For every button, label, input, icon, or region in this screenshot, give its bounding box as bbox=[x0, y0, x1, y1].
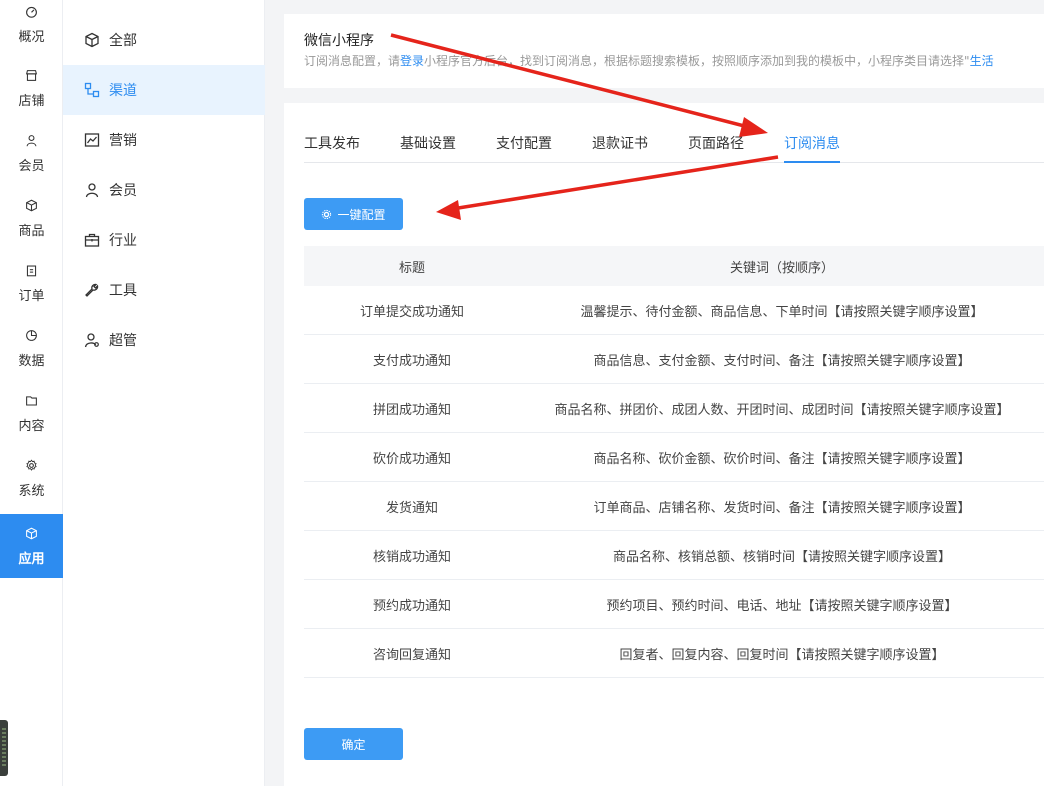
table-row: 预约成功通知 预约项目、预约时间、电话、地址【请按照关键字顺序设置】 bbox=[304, 580, 1044, 629]
wrench-icon bbox=[83, 281, 101, 299]
secondary-sidebar: 全部 渠道 营销 会员 行业 工具 超管 bbox=[63, 0, 265, 786]
tab-subscribe-message[interactable]: 订阅消息 bbox=[784, 133, 840, 163]
channels-icon bbox=[83, 81, 101, 99]
rail-item-data[interactable]: 数据 bbox=[0, 316, 63, 380]
pie-chart-icon bbox=[24, 328, 40, 344]
column-header-keywords: 关键词（按顺序） bbox=[729, 260, 834, 276]
table-row: 拼团成功通知 商品名称、拼团价、成团人数、开团时间、成团时间【请按照关键字顺序设置… bbox=[304, 384, 1044, 433]
cell-keywords: 商品名称、核销总额、核销时间【请按照关键字顺序设置】 bbox=[612, 549, 951, 565]
table-row: 支付成功通知 商品信息、支付金额、支付时间、备注【请按照关键字顺序设置】 bbox=[304, 335, 1044, 384]
sidebar-item-channels[interactable]: 渠道 bbox=[63, 65, 265, 115]
line-chart-icon bbox=[83, 131, 101, 149]
cell-title: 咨询回复通知 bbox=[372, 647, 451, 663]
rail-item-members[interactable]: 会员 bbox=[0, 121, 63, 185]
store-icon bbox=[24, 68, 40, 84]
clipboard-icon bbox=[24, 263, 40, 279]
cell-keywords: 订单商品、店铺名称、发货时间、备注【请按照关键字顺序设置】 bbox=[593, 500, 971, 516]
page-description: 订阅消息配置，请登录小程序官方后台，找到订阅消息，根据标题搜索模板，按照顺序添加… bbox=[304, 52, 1044, 69]
tab-refund-cert[interactable]: 退款证书 bbox=[592, 133, 648, 163]
rail-item-label: 店铺 bbox=[18, 93, 45, 109]
table-row: 砍价成功通知 商品名称、砍价金额、砍价时间、备注【请按照关键字顺序设置】 bbox=[304, 433, 1044, 482]
description-text: 小程序官方后台，找到订阅消息，根据标题搜索模板，按照顺序添加到我的模板中，小程序… bbox=[424, 54, 970, 68]
cell-keywords: 商品名称、砍价金额、砍价时间、备注【请按照关键字顺序设置】 bbox=[593, 451, 971, 467]
description-text: 订阅消息配置，请 bbox=[304, 54, 401, 68]
sidebar-item-admin[interactable]: 超管 bbox=[63, 315, 265, 365]
cell-title: 订单提交成功通知 bbox=[359, 304, 464, 320]
cell-keywords: 商品名称、拼团价、成团人数、开团时间、成团时间【请按照关键字顺序设置】 bbox=[554, 402, 1010, 418]
cell-title: 砍价成功通知 bbox=[372, 451, 451, 467]
sidebar-item-label: 工具 bbox=[109, 283, 137, 299]
sidebar-item-members[interactable]: 会员 bbox=[63, 165, 265, 215]
gear-icon bbox=[24, 458, 40, 474]
page-header-card: 微信小程序 订阅消息配置，请登录小程序官方后台，找到订阅消息，根据标题搜索模板，… bbox=[284, 14, 1044, 88]
rail-item-label: 系统 bbox=[18, 483, 45, 499]
rail-item-label: 应用 bbox=[18, 551, 45, 567]
sidebar-item-label: 会员 bbox=[109, 183, 137, 199]
cube-icon bbox=[83, 31, 101, 49]
rail-item-label: 内容 bbox=[18, 418, 45, 434]
user-icon bbox=[83, 181, 101, 199]
tab-page-path[interactable]: 页面路径 bbox=[688, 133, 744, 163]
cube-icon bbox=[24, 526, 40, 542]
one-click-config-button[interactable]: 一键配置 bbox=[304, 198, 403, 230]
cell-title: 预约成功通知 bbox=[372, 598, 451, 614]
rail-item-content[interactable]: 内容 bbox=[0, 381, 63, 445]
drag-handle[interactable] bbox=[0, 720, 8, 776]
content-card: 工具发布 基础设置 支付配置 退款证书 页面路径 订阅消息 一键配置 标题 关键… bbox=[284, 103, 1044, 786]
confirm-button[interactable]: 确定 bbox=[304, 728, 403, 760]
rail-item-system[interactable]: 系统 bbox=[0, 446, 63, 510]
folder-icon bbox=[24, 393, 40, 409]
table-row: 发货通知 订单商品、店铺名称、发货时间、备注【请按照关键字顺序设置】 bbox=[304, 482, 1044, 531]
sidebar-item-label: 行业 bbox=[109, 233, 137, 249]
cell-title: 支付成功通知 bbox=[372, 353, 451, 369]
rail-item-label: 商品 bbox=[18, 223, 45, 239]
category-link[interactable]: 生活 bbox=[970, 54, 994, 68]
sidebar-item-industry[interactable]: 行业 bbox=[63, 215, 265, 265]
table-row: 核销成功通知 商品名称、核销总额、核销时间【请按照关键字顺序设置】 bbox=[304, 531, 1044, 580]
table-header: 标题 关键词（按顺序） bbox=[304, 246, 1044, 286]
rail-item-label: 数据 bbox=[18, 353, 45, 369]
box-icon bbox=[24, 198, 40, 214]
rail-item-apps[interactable]: 应用 bbox=[0, 514, 63, 578]
rail-item-label: 概况 bbox=[18, 29, 45, 45]
sidebar-item-label: 营销 bbox=[109, 133, 137, 149]
tab-payment-config[interactable]: 支付配置 bbox=[496, 133, 552, 163]
sidebar-item-all[interactable]: 全部 bbox=[63, 15, 265, 65]
tab-basic-settings[interactable]: 基础设置 bbox=[400, 133, 456, 163]
table-row: 咨询回复通知 回复者、回复内容、回复时间【请按照关键字顺序设置】 bbox=[304, 629, 1044, 678]
rail-item-overview[interactable]: 概况 bbox=[0, 0, 63, 56]
cell-keywords: 预约项目、预约时间、电话、地址【请按照关键字顺序设置】 bbox=[606, 598, 958, 614]
login-link[interactable]: 登录 bbox=[400, 54, 424, 68]
cell-title: 核销成功通知 bbox=[372, 549, 451, 565]
rail-item-label: 订单 bbox=[18, 288, 45, 304]
sidebar-item-marketing[interactable]: 营销 bbox=[63, 115, 265, 165]
tab-publish[interactable]: 工具发布 bbox=[304, 133, 360, 163]
settings-icon bbox=[322, 209, 332, 219]
rail-item-goods[interactable]: 商品 bbox=[0, 186, 63, 250]
tab-bar: 工具发布 基础设置 支付配置 退款证书 页面路径 订阅消息 bbox=[304, 133, 1044, 163]
sidebar-item-tools[interactable]: 工具 bbox=[63, 265, 265, 315]
rail-item-orders[interactable]: 订单 bbox=[0, 251, 63, 315]
dashboard-icon bbox=[24, 4, 40, 20]
subscribe-message-table: 标题 关键词（按顺序） 订单提交成功通知 温馨提示、待付金额、商品信息、下单时间【… bbox=[304, 246, 1044, 678]
cell-keywords: 商品信息、支付金额、支付时间、备注【请按照关键字顺序设置】 bbox=[593, 353, 971, 369]
page-title: 微信小程序 bbox=[304, 33, 374, 49]
user-icon bbox=[24, 133, 40, 149]
button-label: 一键配置 bbox=[337, 207, 386, 222]
cell-keywords: 温馨提示、待付金额、商品信息、下单时间【请按照关键字顺序设置】 bbox=[580, 304, 984, 320]
cell-title: 拼团成功通知 bbox=[372, 402, 451, 418]
sidebar-item-label: 全部 bbox=[109, 33, 137, 49]
admin-icon bbox=[83, 331, 101, 349]
sidebar-item-label: 渠道 bbox=[109, 83, 137, 99]
table-row: 订单提交成功通知 温馨提示、待付金额、商品信息、下单时间【请按照关键字顺序设置】 bbox=[304, 286, 1044, 335]
sidebar-item-label: 超管 bbox=[109, 333, 137, 349]
cell-keywords: 回复者、回复内容、回复时间【请按照关键字顺序设置】 bbox=[619, 647, 945, 663]
rail-item-label: 会员 bbox=[18, 158, 45, 174]
briefcase-icon bbox=[83, 231, 101, 249]
rail-item-store[interactable]: 店铺 bbox=[0, 56, 63, 120]
column-header-title: 标题 bbox=[398, 260, 425, 276]
cell-title: 发货通知 bbox=[385, 500, 438, 516]
primary-nav-rail: 概况 店铺 会员 商品 订单 数据 内容 系统 应用 bbox=[0, 0, 63, 786]
